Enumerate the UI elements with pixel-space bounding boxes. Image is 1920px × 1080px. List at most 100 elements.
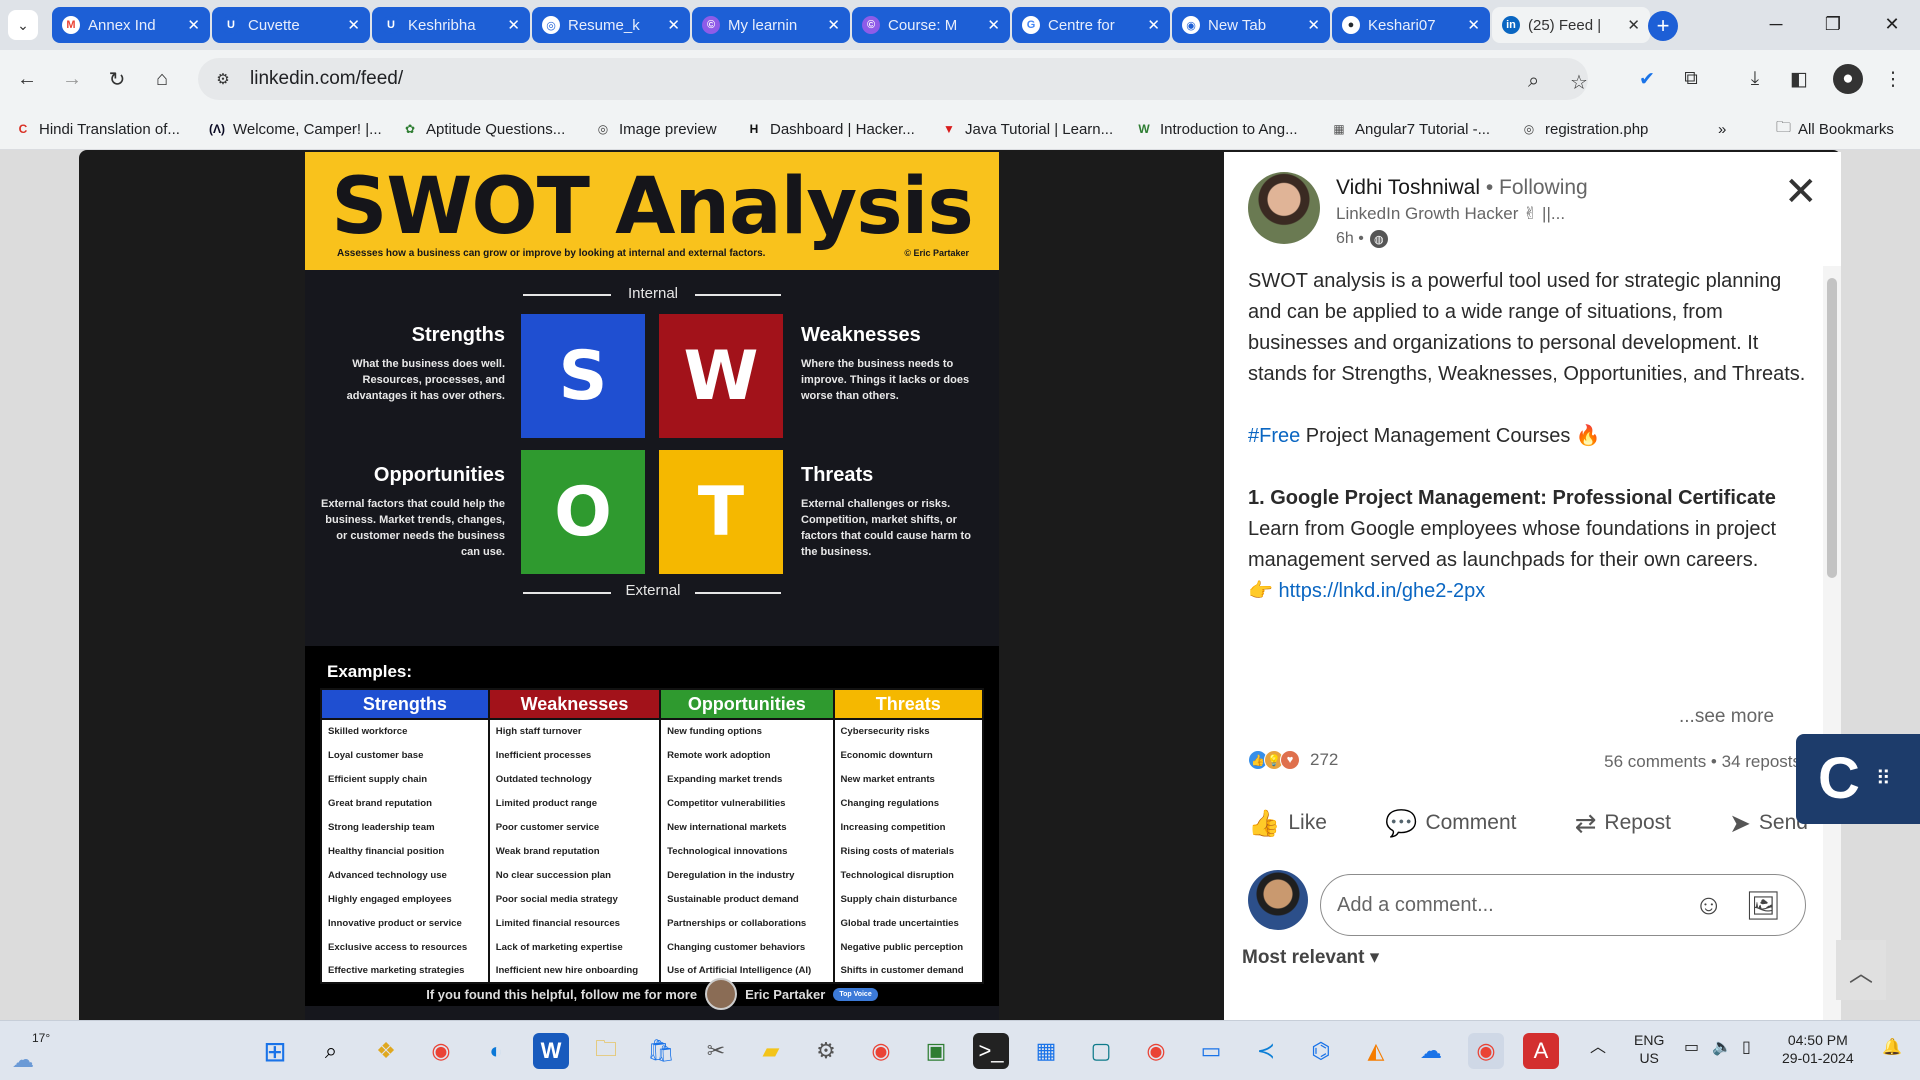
image-icon[interactable]: 🖼 bbox=[1745, 889, 1781, 922]
drag-handle-icon[interactable]: ⠿ bbox=[1876, 769, 1893, 789]
window-app-icon[interactable]: ▭ bbox=[1193, 1033, 1229, 1069]
tab-search-button[interactable]: ⌄ bbox=[8, 10, 38, 40]
close-icon[interactable]: ✕ bbox=[347, 16, 360, 34]
verified-extension-icon[interactable]: ✔ bbox=[1632, 64, 1662, 94]
comments-reposts-count[interactable]: 56 comments • 34 reposts bbox=[1604, 752, 1801, 772]
close-window-button[interactable]: ✕ bbox=[1872, 8, 1912, 40]
bookmark-item[interactable]: W Introduction to Ang... bbox=[1135, 116, 1297, 142]
language-indicator[interactable]: ENG US bbox=[1634, 1031, 1664, 1067]
store-icon[interactable]: 🛍 bbox=[643, 1033, 679, 1069]
reaction-summary[interactable]: 👍 💡 ♥ 272 bbox=[1248, 750, 1338, 770]
new-tab-button[interactable]: + bbox=[1648, 11, 1678, 41]
author-name-line[interactable]: Vidhi Toshniwal • Following bbox=[1336, 176, 1588, 200]
forward-button[interactable]: → bbox=[57, 64, 87, 94]
comment-input[interactable]: Add a comment... ☺ 🖼 bbox=[1320, 874, 1806, 936]
author-avatar[interactable] bbox=[1248, 172, 1320, 244]
start-windows-icon[interactable]: ⊞ bbox=[257, 1033, 293, 1069]
close-icon[interactable]: ✕ bbox=[507, 16, 520, 34]
calendar-icon[interactable]: ▦ bbox=[1028, 1033, 1064, 1069]
floating-extension-widget[interactable]: C ⠿ bbox=[1796, 734, 1920, 824]
bookmark-item[interactable]: (Λ) Welcome, Camper! |... bbox=[208, 116, 382, 142]
minecraft-icon[interactable]: ▣ bbox=[918, 1033, 954, 1069]
network-app-icon[interactable]: ⌬ bbox=[1303, 1033, 1339, 1069]
browser-tab[interactable]: © My learnin ✕ bbox=[692, 7, 850, 43]
browser-tab[interactable]: U Cuvette ✕ bbox=[212, 7, 370, 43]
emoji-icon[interactable]: ☺ bbox=[1694, 889, 1723, 921]
post-scrollbar[interactable] bbox=[1823, 266, 1841, 1020]
close-icon[interactable]: ✕ bbox=[1467, 16, 1480, 34]
bookmark-star-icon[interactable]: ☆ bbox=[1570, 70, 1588, 95]
notification-bell-icon[interactable]: 🔔 bbox=[1882, 1039, 1902, 1057]
vscode-icon[interactable]: ≺ bbox=[1248, 1033, 1284, 1069]
chrome-icon[interactable]: ◉ bbox=[423, 1033, 459, 1069]
comment-sort-dropdown[interactable]: Most relevant ▾ bbox=[1242, 946, 1379, 969]
like-button[interactable]: 👍 Like bbox=[1248, 808, 1327, 839]
bookmark-item[interactable]: C Hindi Translation of... bbox=[14, 116, 180, 142]
widgets-icon[interactable]: ❖ bbox=[368, 1033, 404, 1069]
close-icon[interactable]: ✕ bbox=[187, 16, 200, 34]
chrome-profile-icon[interactable]: ◉ bbox=[1138, 1033, 1174, 1069]
close-icon[interactable]: ✕ bbox=[1147, 16, 1160, 34]
close-icon[interactable]: ✕ bbox=[1307, 16, 1320, 34]
back-button[interactable]: ← bbox=[12, 64, 42, 94]
cloud-app-icon[interactable]: ☁ bbox=[1413, 1033, 1449, 1069]
bookmark-item[interactable]: ▦ Angular7 Tutorial -... bbox=[1330, 116, 1490, 142]
edge-icon[interactable]: ◐ bbox=[478, 1033, 514, 1069]
zoom-icon[interactable]: ⌕ bbox=[1528, 70, 1539, 93]
all-bookmarks-button[interactable]: 🗀 All Bookmarks bbox=[1776, 116, 1894, 142]
close-icon[interactable]: ✕ bbox=[827, 16, 840, 34]
volume-icon[interactable]: 🔈 bbox=[1712, 1039, 1732, 1057]
menu-icon[interactable]: ⋮ bbox=[1878, 64, 1908, 94]
minimize-button[interactable]: ─ bbox=[1756, 8, 1796, 40]
office-app-icon[interactable]: ◭ bbox=[1358, 1033, 1394, 1069]
terminal-icon[interactable]: >_ bbox=[973, 1033, 1009, 1069]
clock[interactable]: 04:50 PM 29-01-2024 bbox=[1782, 1031, 1854, 1067]
close-icon[interactable]: ✕ bbox=[987, 16, 1000, 34]
close-icon[interactable]: ✕ bbox=[1784, 172, 1818, 212]
bookmark-item[interactable]: ◎ Image preview bbox=[594, 116, 717, 142]
snipping-tool-icon[interactable]: ✂ bbox=[698, 1033, 734, 1069]
sticky-notes-icon[interactable]: ▰ bbox=[753, 1033, 789, 1069]
profile-avatar[interactable]: ● bbox=[1833, 64, 1863, 94]
scroll-up-button[interactable]: ︿ bbox=[1836, 940, 1886, 1000]
bookmark-item[interactable]: ▼ Java Tutorial | Learn... bbox=[940, 116, 1113, 142]
chevron-up-icon[interactable]: ︿ bbox=[1590, 1039, 1606, 1057]
network-icon[interactable]: ▭ bbox=[1684, 1039, 1699, 1057]
battery-icon[interactable]: ▯ bbox=[1742, 1039, 1751, 1057]
settings-icon[interactable]: ⚙ bbox=[808, 1033, 844, 1069]
download-icon[interactable]: ⤓ bbox=[1740, 64, 1770, 94]
close-icon[interactable]: ✕ bbox=[1627, 16, 1640, 34]
file-explorer-icon[interactable]: 🗀 bbox=[588, 1033, 624, 1069]
see-more-button[interactable]: ...see more bbox=[1679, 706, 1774, 728]
acrobat-icon[interactable]: A bbox=[1523, 1033, 1559, 1069]
remote-desktop-icon[interactable]: ▢ bbox=[1083, 1033, 1119, 1069]
chrome-alt-icon[interactable]: ◉ bbox=[863, 1033, 899, 1069]
bookmark-item[interactable]: H Dashboard | Hacker... bbox=[745, 116, 915, 142]
bookmark-item[interactable]: ✿ Aptitude Questions... bbox=[401, 116, 565, 142]
browser-tab[interactable]: ◎ Resume_k ✕ bbox=[532, 7, 690, 43]
comment-button[interactable]: 💬 Comment bbox=[1385, 808, 1516, 839]
reload-button[interactable]: ↻ bbox=[102, 64, 132, 94]
word-icon[interactable]: W bbox=[533, 1033, 569, 1069]
browser-tab[interactable]: U Keshribha ✕ bbox=[372, 7, 530, 43]
weather-widget[interactable]: 17° ☁ bbox=[12, 1031, 56, 1072]
repost-button[interactable]: ⇄ Repost bbox=[1575, 808, 1671, 839]
course-link[interactable]: https://lnkd.in/ghe2-2px bbox=[1278, 580, 1485, 602]
address-bar[interactable]: ⚙ linkedin.com/feed/ ⌕ ☆ bbox=[198, 58, 1588, 100]
extensions-icon[interactable]: ⧉ bbox=[1676, 64, 1706, 94]
browser-tab[interactable]: © Course: M ✕ bbox=[852, 7, 1010, 43]
browser-tab[interactable]: M Annex Ind ✕ bbox=[52, 7, 210, 43]
author-name[interactable]: Vidhi Toshniwal bbox=[1336, 176, 1480, 199]
search-icon[interactable]: ⌕ bbox=[313, 1033, 349, 1069]
side-panel-icon[interactable]: ◧ bbox=[1784, 64, 1814, 94]
home-button[interactable]: ⌂ bbox=[147, 64, 177, 94]
browser-tab[interactable]: in (25) Feed | ✕ bbox=[1492, 7, 1650, 43]
close-icon[interactable]: ✕ bbox=[667, 16, 680, 34]
more-bookmarks-button[interactable]: » bbox=[1718, 116, 1726, 142]
site-settings-icon[interactable]: ⚙ bbox=[210, 66, 236, 92]
chrome-active-icon[interactable]: ◉ bbox=[1468, 1033, 1504, 1069]
hashtag-link[interactable]: #Free bbox=[1248, 425, 1300, 447]
browser-tab[interactable]: ◉ New Tab ✕ bbox=[1172, 7, 1330, 43]
browser-tab[interactable]: G Centre for ✕ bbox=[1012, 7, 1170, 43]
url-text[interactable]: linkedin.com/feed/ bbox=[250, 68, 403, 90]
